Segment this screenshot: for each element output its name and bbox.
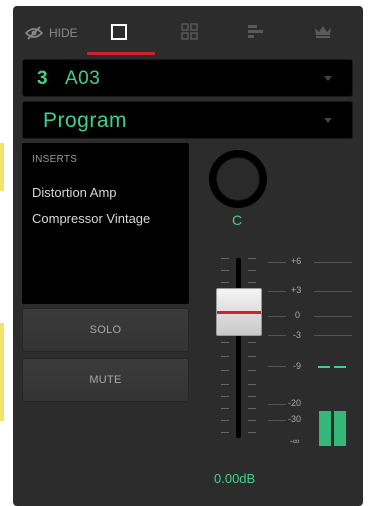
fader-tick xyxy=(221,356,229,357)
fader-tick xyxy=(248,396,256,397)
solo-button[interactable]: SOLO xyxy=(22,308,189,352)
side-marker-bottom xyxy=(0,323,4,421)
scale-label: -3 xyxy=(293,330,302,340)
scale-label: 0 xyxy=(295,310,301,320)
peak-indicator-left xyxy=(318,366,330,368)
program-name: Program xyxy=(43,109,128,132)
fader-tick xyxy=(221,342,229,343)
fader-tick xyxy=(248,408,256,409)
fader-tick xyxy=(221,396,229,397)
channel-strip-panel: HIDE 3 A03 Program INSERTS Distortion Am… xyxy=(13,6,363,506)
track-selector[interactable]: 3 A03 xyxy=(22,59,353,97)
fader-tick xyxy=(221,258,229,259)
hide-label: HIDE xyxy=(49,26,78,40)
program-selector[interactable]: Program xyxy=(22,101,353,139)
fader-tick xyxy=(248,384,256,385)
active-tab-indicator xyxy=(87,52,155,55)
single-channel-icon xyxy=(111,23,127,45)
meter-gridline xyxy=(268,262,286,263)
meter-gridline xyxy=(314,316,352,317)
fader-tick xyxy=(248,432,256,433)
fader-tick xyxy=(248,282,256,283)
scale-label: -9 xyxy=(293,361,302,371)
inserts-title: INSERTS xyxy=(32,154,78,165)
pan-value: C xyxy=(232,212,243,228)
tab-grid[interactable] xyxy=(169,20,209,48)
fader-tick xyxy=(221,282,229,283)
meter-gridline xyxy=(268,291,286,292)
fader-tick xyxy=(221,432,229,433)
tab-crown[interactable] xyxy=(303,20,343,48)
scale-label: -∞ xyxy=(290,436,300,446)
scale-label: -20 xyxy=(288,398,302,408)
level-meter-right xyxy=(334,411,346,446)
fader-tick xyxy=(248,342,256,343)
insert-slot-2[interactable]: Compressor Vintage xyxy=(32,211,150,226)
level-meter-left xyxy=(319,411,331,446)
grid-icon xyxy=(180,23,198,45)
chevron-down-icon xyxy=(324,76,332,81)
volume-fader-area: +6 +3 0 -3 -9 -20 -30 -∞ xyxy=(198,246,358,446)
pan-knob[interactable] xyxy=(209,150,267,208)
fader-tick xyxy=(248,356,256,357)
insert-slot-1[interactable]: Distortion Amp xyxy=(32,185,117,200)
track-name: A03 xyxy=(65,68,101,89)
gain-value: 0.00dB xyxy=(214,471,256,486)
meter-gridline xyxy=(314,335,352,336)
fader-tick xyxy=(221,384,229,385)
tab-bars[interactable] xyxy=(236,20,276,48)
meter-gridline xyxy=(268,316,286,317)
fader-handle[interactable] xyxy=(216,288,262,336)
scale-label: +6 xyxy=(291,256,302,266)
fader-tick xyxy=(221,270,229,271)
meter-gridline xyxy=(314,291,352,292)
track-number: 3 xyxy=(37,68,48,89)
scale-label: +3 xyxy=(291,285,302,295)
bars-icon xyxy=(248,24,264,44)
fader-tick xyxy=(221,370,229,371)
fader-tick xyxy=(221,408,229,409)
fader-handle-line xyxy=(217,311,261,314)
hide-button[interactable]: HIDE xyxy=(25,22,78,44)
pan-knob-cap xyxy=(216,157,260,201)
scale-label: -30 xyxy=(288,414,302,424)
fader-tick xyxy=(248,370,256,371)
meter-gridline xyxy=(314,262,352,263)
inserts-panel: INSERTS Distortion Amp Compressor Vintag… xyxy=(22,143,189,304)
eye-slash-icon xyxy=(25,26,43,40)
mute-button[interactable]: MUTE xyxy=(22,358,189,402)
crown-icon xyxy=(314,25,332,44)
fader-tick xyxy=(248,420,256,421)
peak-indicator-right xyxy=(334,366,346,368)
toolbar: HIDE xyxy=(13,6,363,56)
fader-tick xyxy=(221,420,229,421)
fader-track[interactable] xyxy=(236,258,241,438)
meter-gridline xyxy=(268,420,286,421)
tab-single-channel[interactable] xyxy=(99,20,139,48)
meter-gridline xyxy=(268,335,286,336)
fader-tick xyxy=(248,270,256,271)
side-marker-top xyxy=(0,143,4,191)
meter-gridline xyxy=(268,404,286,405)
chevron-down-icon xyxy=(324,118,332,123)
meter-gridline xyxy=(268,366,286,367)
fader-tick xyxy=(248,258,256,259)
